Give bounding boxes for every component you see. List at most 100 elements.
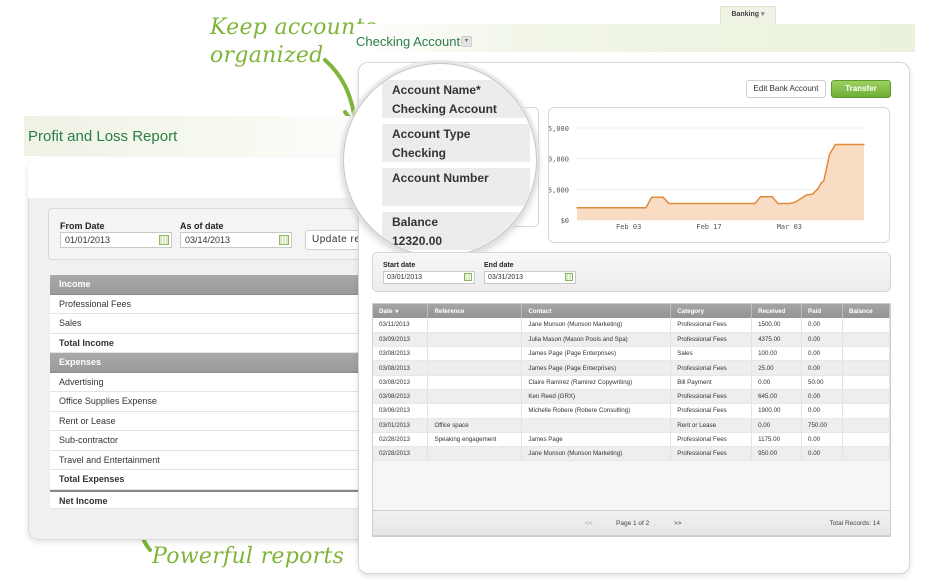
column-header[interactable]: Paid xyxy=(801,304,843,318)
table-row[interactable]: 03/01/2013 Office space Rent or Lease 0.00 7… xyxy=(373,418,891,433)
calendar-icon[interactable] xyxy=(279,235,289,245)
table-cell: 0.00 xyxy=(801,446,843,462)
next-page-button[interactable]: >> xyxy=(674,520,682,527)
table-row[interactable]: Advertising xyxy=(50,372,370,392)
table-row[interactable]: Sales xyxy=(50,314,370,334)
end-date-input[interactable]: 03/31/2013 xyxy=(484,271,576,284)
table-cell xyxy=(427,346,523,362)
start-date-value: 03/01/2013 xyxy=(387,274,423,281)
table-row[interactable]: 03/08/2013 James Page (Page Enterprises) S… xyxy=(373,346,891,362)
data-point xyxy=(851,143,854,146)
account-dropdown-icon[interactable]: ▾ xyxy=(461,36,472,47)
table-cell xyxy=(842,332,891,348)
edit-bank-account-button[interactable]: Edit Bank Account xyxy=(746,80,826,98)
table-cell xyxy=(427,375,523,390)
table-cell: Professional Fees xyxy=(670,432,753,448)
data-point xyxy=(777,202,779,205)
table-row[interactable]: 03/11/2013 Jane Munson (Munson Marketing)… xyxy=(373,318,891,333)
table-row[interactable]: Office Supplies Expense xyxy=(50,392,370,412)
category-row: Income xyxy=(50,275,370,295)
data-point xyxy=(651,196,653,198)
profit-loss-panel-top xyxy=(28,158,373,198)
table-row[interactable]: 03/08/2013 Ken Reed (GRX) Professional Fee… xyxy=(373,389,891,405)
table-row[interactable]: 03/09/2013 Julia Mason (Mason Pools and S… xyxy=(373,332,891,348)
table-row[interactable]: 03/08/2013 James Page (Page Enterprises) P… xyxy=(373,360,891,376)
table-cell: 0.00 xyxy=(801,332,843,348)
column-header[interactable]: Date ▾ xyxy=(373,304,429,318)
total-row: Total Expenses xyxy=(50,470,370,490)
table-cell: 0.00 xyxy=(801,389,843,405)
table-row[interactable]: Professional Fees xyxy=(50,294,370,314)
from-date-input[interactable]: 01/01/2013 xyxy=(60,232,172,248)
data-point xyxy=(863,143,865,146)
transactions-table: Date ▾ Reference Contact Category Received Pai… xyxy=(373,304,891,462)
balance-label: Balance xyxy=(392,215,439,229)
table-cell xyxy=(842,360,891,376)
table-cell xyxy=(842,418,891,433)
data-point xyxy=(633,207,635,209)
table-cell xyxy=(842,346,891,362)
table-cell: 1500.00 xyxy=(751,318,803,333)
table-cell: Ken Reed (GRX) xyxy=(521,389,672,405)
table-cell: Professional Fees xyxy=(670,403,753,419)
data-point xyxy=(754,202,756,205)
column-header[interactable]: Received xyxy=(751,304,803,318)
y-tick-label: $15,000 xyxy=(549,125,569,133)
table-cell xyxy=(427,403,523,419)
table-row[interactable]: Travel and Entertainment xyxy=(50,450,370,470)
data-point xyxy=(788,202,790,205)
x-tick-label: Feb 03 xyxy=(616,223,641,231)
calendar-icon[interactable] xyxy=(464,273,472,281)
table-cell xyxy=(427,389,523,405)
table-cell: 02/28/2013 xyxy=(373,432,429,448)
table-cell: 02/28/2013 xyxy=(373,446,429,462)
table-cell: 4375.00 xyxy=(751,332,803,348)
account-name-value[interactable]: Checking Account xyxy=(392,102,497,116)
page-indicator: Page 1 of 2 xyxy=(616,520,650,527)
prev-page-button[interactable]: << xyxy=(585,520,593,527)
account-number-label: Account Number xyxy=(392,171,489,185)
table-cell: Professional Fees xyxy=(670,360,753,376)
calendar-icon[interactable] xyxy=(565,273,573,281)
table-cell: 0.00 xyxy=(801,360,843,376)
page-title-checking: Checking Account xyxy=(356,34,461,49)
account-type-value[interactable]: Checking xyxy=(392,146,446,160)
x-tick-label: Mar 03 xyxy=(777,223,802,231)
table-cell: 0.00 xyxy=(751,375,803,390)
y-tick-label: $5,000 xyxy=(549,186,569,194)
column-header[interactable]: Reference xyxy=(427,304,523,318)
table-cell: James Page (Page Enterprises) xyxy=(521,360,672,376)
table-row[interactable]: 03/06/2013 Michelle Robere (Robere Consul… xyxy=(373,403,891,419)
table-cell: James Page (Page Enterprises) xyxy=(521,346,672,362)
table-row[interactable]: 02/28/2013 Jane Munson (Munson Marketing)… xyxy=(373,446,891,462)
annotation-line-1: Keep accounts xyxy=(210,15,377,40)
column-header-label: Date xyxy=(379,307,393,315)
table-cell: Jane Munson (Munson Marketing) xyxy=(521,318,672,333)
account-name-label: Account Name* xyxy=(392,83,481,97)
start-date-input[interactable]: 03/01/2013 xyxy=(383,271,475,284)
column-header[interactable]: Category xyxy=(670,304,753,318)
table-row[interactable]: 02/28/2013 Speaking engagement James Page P… xyxy=(373,432,891,448)
table-cell: 0.00 xyxy=(801,403,843,419)
tab-banking[interactable]: Banking ▾ xyxy=(720,6,776,24)
column-header-label: Received xyxy=(758,307,786,315)
calendar-icon[interactable] xyxy=(159,235,169,245)
table-cell: Speaking engagement xyxy=(427,432,523,448)
table-cell: Rent or Lease xyxy=(670,418,753,433)
transactions-table-wrap: Date ▾ Reference Contact Category Received Pai… xyxy=(372,303,891,537)
table-cell: 950.00 xyxy=(751,446,803,462)
table-cell: Sales xyxy=(670,346,753,362)
as-of-date-input[interactable]: 03/14/2013 xyxy=(180,232,292,248)
y-tick-label: $10,000 xyxy=(549,156,569,164)
table-cell: Professional Fees xyxy=(670,318,753,333)
table-cell xyxy=(427,318,523,333)
table-row[interactable]: Sub-contractor xyxy=(50,431,370,451)
transfer-button[interactable]: Transfer xyxy=(831,80,891,98)
table-cell: 03/08/2013 xyxy=(373,389,429,405)
column-header[interactable]: Balance xyxy=(842,304,891,318)
column-header[interactable]: Contact xyxy=(521,304,672,318)
table-cell xyxy=(842,446,891,462)
table-row[interactable]: Rent or Lease xyxy=(50,411,370,431)
balance-value: 12320.00 xyxy=(392,234,443,248)
table-row[interactable]: 03/08/2013 Claire Ramirez (Ramirez Copywr… xyxy=(373,375,891,390)
